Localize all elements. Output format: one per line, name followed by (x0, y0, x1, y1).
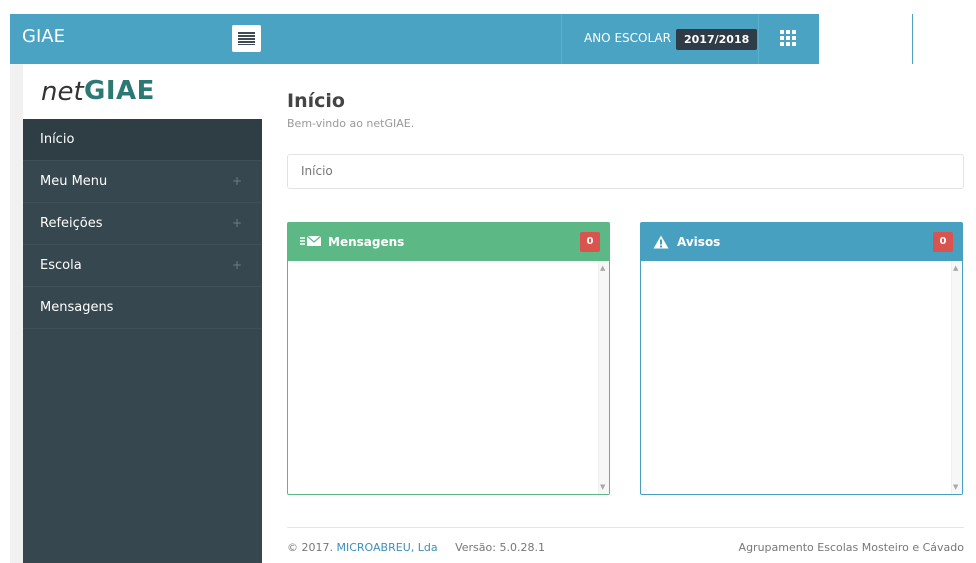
sidebar-item-label: Meu Menu (40, 174, 108, 189)
brand-title[interactable]: GIAE (22, 14, 65, 64)
top-bar: GIAE ANO ESCOLAR 2017/2018 (10, 14, 819, 64)
breadcrumb-item[interactable]: Início (301, 164, 333, 178)
expand-plus-icon: + (231, 216, 242, 230)
sidebar: Início Meu Menu + Refeições + Escola + M… (23, 119, 262, 563)
breadcrumb: Início (287, 154, 964, 189)
sidebar-item-mensagens[interactable]: Mensagens (23, 287, 262, 329)
sidebar-edge (10, 64, 23, 563)
notices-count-badge: 0 (933, 232, 953, 252)
sidebar-item-label: Escola (40, 258, 82, 273)
version-text: Versão: 5.0.28.1 (455, 541, 545, 554)
footer: © 2017. MICROABREU, Lda Versão: 5.0.28.1 (287, 541, 545, 554)
scroll-down-icon[interactable]: ▼ (600, 483, 605, 491)
school-year-label: ANO ESCOLAR (584, 31, 671, 45)
sidebar-item-refeicoes[interactable]: Refeições + (23, 203, 262, 245)
footer-divider (287, 527, 964, 528)
notices-scrollbar[interactable]: ▲ ▼ (951, 261, 962, 494)
messages-panel: Mensagens 0 ▲ ▼ (287, 222, 610, 495)
messages-scrollbar[interactable]: ▲ ▼ (598, 261, 609, 494)
envelope-icon (300, 235, 322, 246)
notices-panel-header: Avisos 0 (641, 223, 962, 261)
netgiae-logo[interactable]: net GIAE (23, 64, 262, 119)
page-subtitle: Bem-vindo ao netGIAE. (287, 117, 415, 130)
messages-panel-title: Mensagens (328, 235, 405, 249)
messages-count-badge: 0 (580, 232, 600, 252)
school-name: Agrupamento Escolas Mosteiro e Cávado (738, 541, 964, 554)
scroll-up-icon[interactable]: ▲ (600, 264, 605, 272)
logo-prefix: net (41, 77, 84, 107)
notices-panel-title: Avisos (677, 235, 721, 249)
scroll-down-icon[interactable]: ▼ (953, 483, 958, 491)
sidebar-item-inicio[interactable]: Início (23, 119, 262, 161)
logo-name: GIAE (84, 76, 155, 106)
header-divider (912, 14, 913, 64)
footer-copyright: © 2017. (287, 541, 333, 554)
expand-plus-icon: + (231, 258, 242, 272)
sidebar-item-label: Início (40, 132, 75, 147)
scroll-up-icon[interactable]: ▲ (953, 264, 958, 272)
sidebar-item-label: Refeições (40, 216, 103, 231)
apps-grid-icon[interactable] (780, 30, 796, 46)
warning-icon (653, 235, 669, 249)
sidebar-item-label: Mensagens (40, 300, 114, 315)
menu-toggle-button[interactable] (232, 25, 261, 52)
expand-plus-icon: + (231, 174, 242, 188)
page-title: Início (287, 90, 345, 112)
school-year-selector[interactable]: ANO ESCOLAR 2017/2018 (561, 14, 759, 64)
sidebar-item-meu-menu[interactable]: Meu Menu + (23, 161, 262, 203)
messages-panel-header: Mensagens 0 (288, 223, 609, 261)
hamburger-icon (238, 32, 255, 45)
notices-panel: Avisos 0 ▲ ▼ (640, 222, 963, 495)
sidebar-item-escola[interactable]: Escola + (23, 245, 262, 287)
school-year-value[interactable]: 2017/2018 (676, 29, 758, 50)
company-link[interactable]: MICROABREU, Lda (337, 541, 438, 554)
